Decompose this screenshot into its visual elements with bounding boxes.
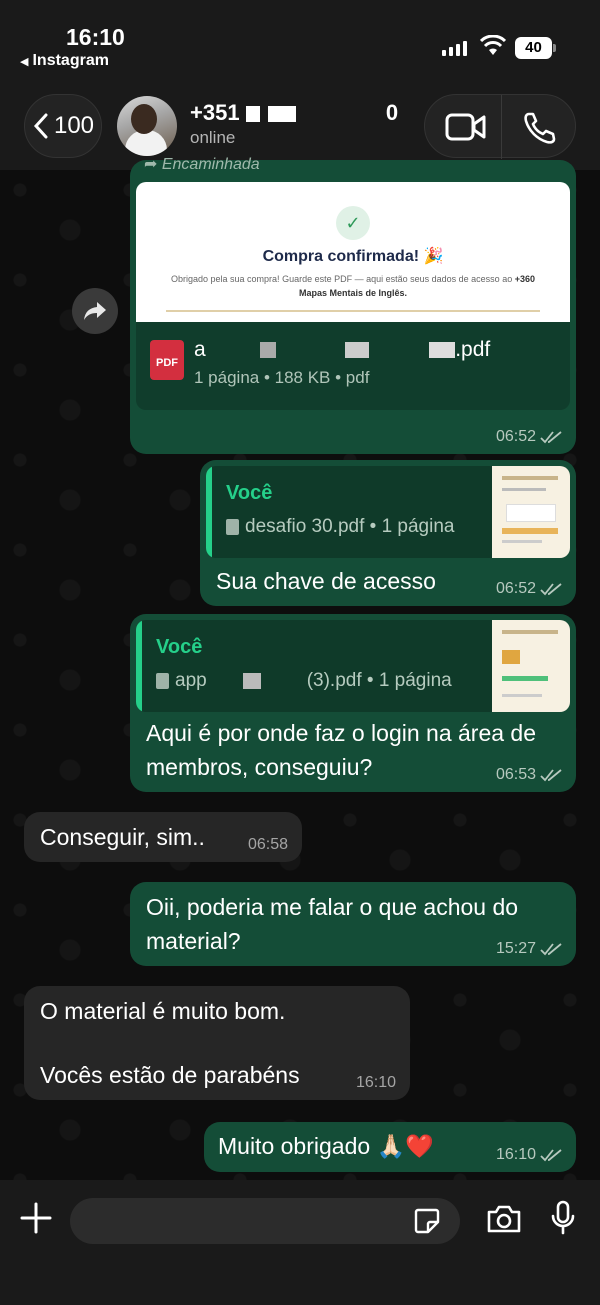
- message-text: Sua chave de acesso: [216, 568, 436, 594]
- quote-author: Você: [226, 482, 273, 504]
- pdf-icon: PDF: [150, 340, 184, 380]
- read-checks-icon: [540, 1149, 562, 1162]
- read-checks-icon: [540, 769, 562, 782]
- back-to-app-link[interactable]: ◀ Instagram: [20, 52, 109, 70]
- message-text-line: Vocês estão de parabéns: [40, 1062, 300, 1088]
- message-meta: 06:52: [496, 428, 562, 446]
- microphone-icon[interactable]: [550, 1200, 576, 1236]
- battery-indicator: 40: [515, 37, 556, 59]
- pdf-file-attachment[interactable]: PDF a .pdf 1 página • 188 KB • pdf: [136, 322, 570, 410]
- message-time: 16:10: [355, 1074, 396, 1091]
- quoted-message[interactable]: Você desafio 30.pdf • 1 página: [206, 466, 570, 558]
- phone-icon[interactable]: [523, 111, 557, 145]
- camera-icon[interactable]: [486, 1204, 522, 1234]
- outgoing-message[interactable]: Muito obrigado 🙏🏻❤️ 16:10: [204, 1122, 576, 1172]
- plus-icon[interactable]: [20, 1202, 52, 1234]
- quote-file: desafio 30.pdf • 1 página: [226, 516, 454, 538]
- back-app-label: Instagram: [32, 52, 109, 69]
- quote-author: Você: [156, 636, 203, 658]
- back-arrow-icon: [33, 113, 48, 139]
- message-meta: 15:27: [496, 940, 562, 958]
- pdf-preview[interactable]: ✓ Compra confirmada! 🎉 Obrigado pela sua…: [136, 182, 570, 322]
- incoming-message[interactable]: O material é muito bom. Vocês estão de p…: [24, 986, 410, 1100]
- forward-icon: [84, 302, 106, 320]
- video-call-icon[interactable]: [445, 111, 487, 143]
- message-text-line: O material é muito bom.: [40, 998, 286, 1024]
- pdf-file-name: a .pdf: [194, 338, 491, 361]
- status-bar: 16:10 ◀ Instagram 40: [0, 0, 600, 80]
- check-icon: ✓: [336, 206, 370, 240]
- message-text: Aqui é por onde faz o login na área de m…: [146, 720, 537, 780]
- preview-body: Obrigado pela sua compra! Guarde este PD…: [171, 274, 535, 298]
- back-triangle-icon: ◀: [20, 56, 29, 68]
- avatar[interactable]: [117, 96, 177, 156]
- read-checks-icon: [540, 583, 562, 596]
- message-text: Conseguir, sim..: [40, 824, 205, 850]
- wifi-icon: [480, 35, 506, 55]
- message-meta: 06:52: [496, 580, 562, 598]
- message-text: Muito obrigado 🙏🏻❤️: [218, 1133, 434, 1159]
- quote-thumbnail: [492, 620, 570, 712]
- preview-title: Compra confirmada! 🎉: [262, 248, 444, 265]
- forward-button[interactable]: [72, 288, 118, 334]
- quote-file: app (3).pdf • 1 página: [156, 670, 452, 692]
- sticker-icon[interactable]: [414, 1208, 440, 1234]
- forwarded-label: ➦ Encaminhada: [144, 156, 260, 173]
- document-icon: [226, 519, 239, 535]
- reply-message[interactable]: Você desafio 30.pdf • 1 página Sua chave…: [200, 460, 576, 606]
- forwarded-pdf-message[interactable]: ➦ Encaminhada ✓ Compra confirmada! 🎉 Obr…: [130, 156, 576, 454]
- chat-header: 100 +351 0 online: [0, 80, 600, 172]
- call-actions: [424, 94, 576, 159]
- read-checks-icon: [540, 943, 562, 956]
- quoted-message[interactable]: Você app (3).pdf • 1 página: [136, 620, 570, 712]
- signal-icon: [442, 38, 467, 56]
- message-input[interactable]: [70, 1198, 460, 1244]
- pdf-file-info: 1 página • 188 KB • pdf: [194, 368, 370, 387]
- contact-name[interactable]: +351 0: [190, 100, 398, 126]
- message-meta: 16:10: [496, 1146, 562, 1164]
- message-composer: [0, 1180, 600, 1305]
- document-icon: [156, 673, 169, 689]
- outgoing-message[interactable]: Oii, poderia me falar o que achou do mat…: [130, 882, 576, 966]
- incoming-message[interactable]: Conseguir, sim.. 06:58: [24, 812, 302, 862]
- message-meta: 06:53: [496, 766, 562, 784]
- message-time: 06:58: [247, 836, 288, 853]
- quote-thumbnail: [492, 466, 570, 558]
- read-checks-icon: [540, 431, 562, 444]
- contact-status: online: [190, 128, 236, 147]
- unread-count: 100: [53, 112, 95, 139]
- clock: 16:10: [66, 24, 125, 50]
- reply-message[interactable]: Você app (3).pdf • 1 página Aqui é por o…: [130, 614, 576, 792]
- back-button[interactable]: 100: [24, 94, 102, 158]
